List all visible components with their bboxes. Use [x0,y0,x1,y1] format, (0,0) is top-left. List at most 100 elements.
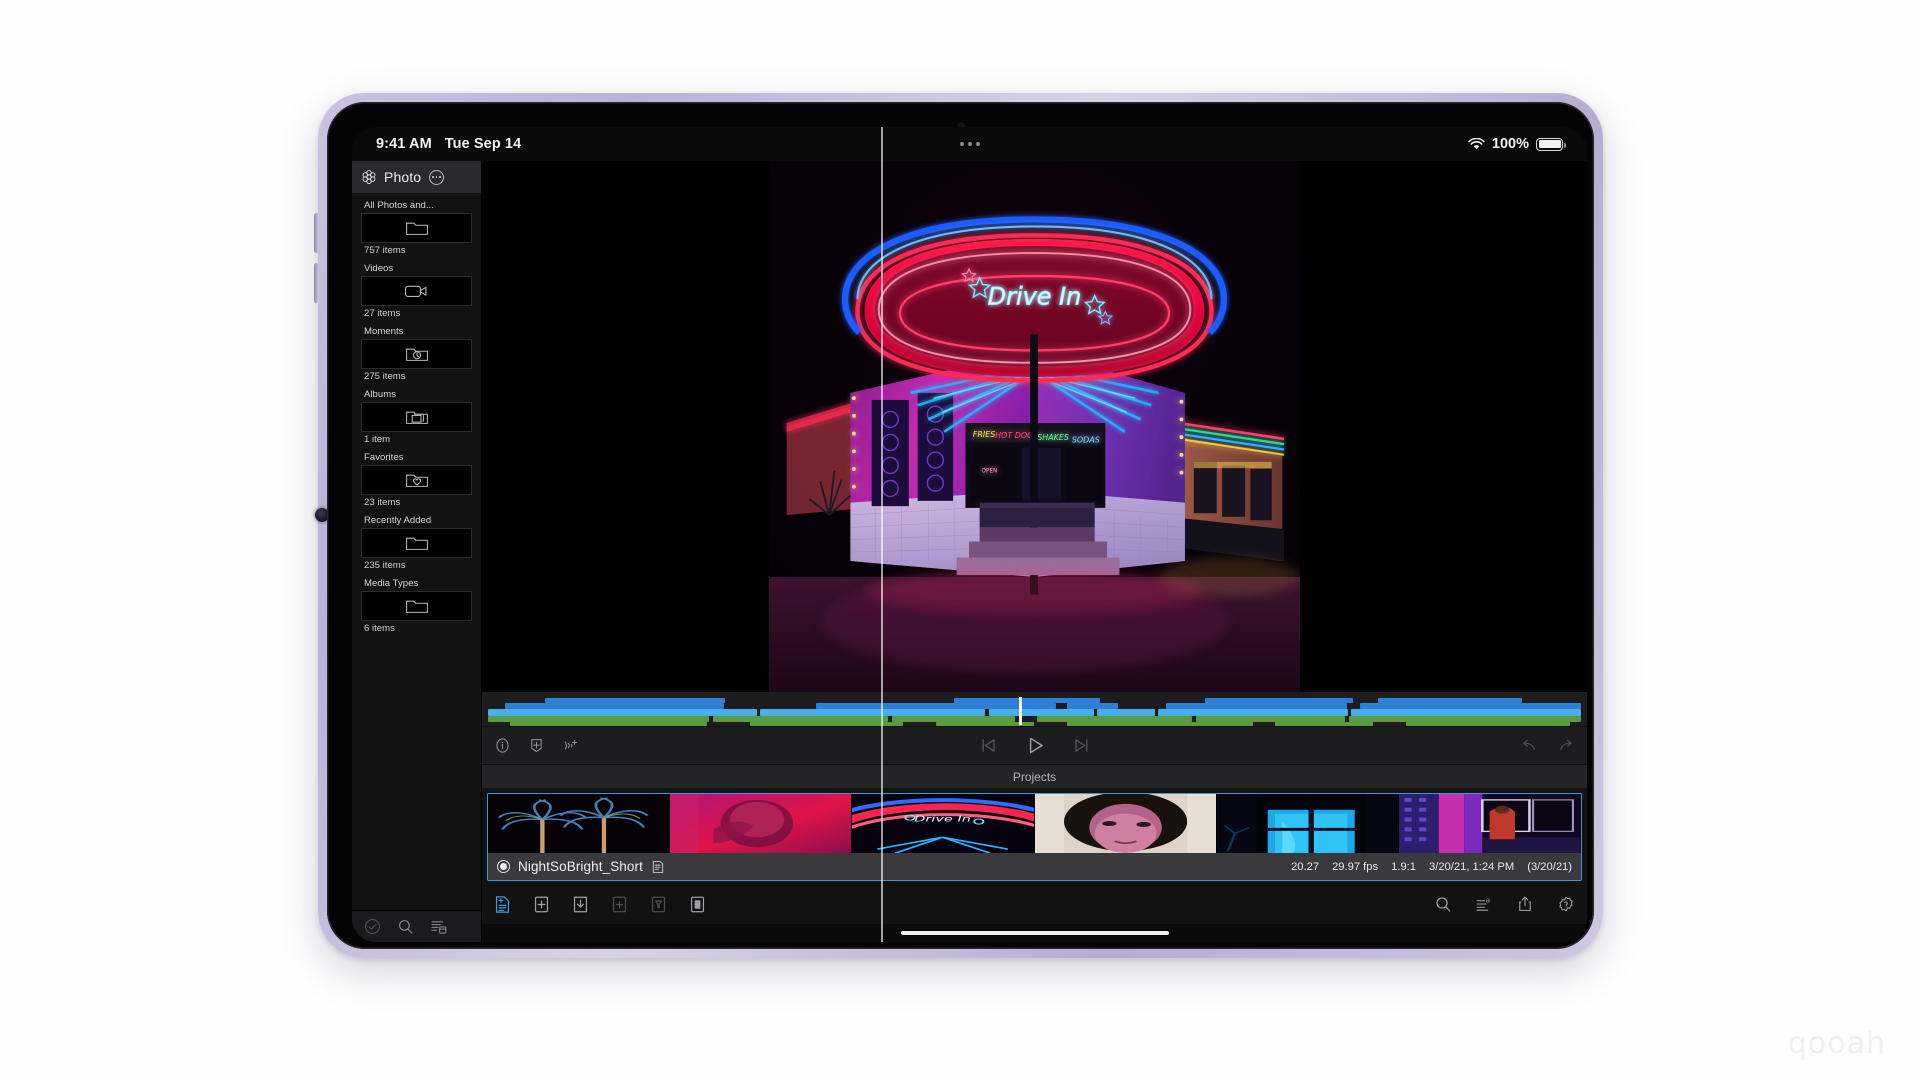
project-settings-button[interactable] [1557,895,1575,913]
timeline-track-audio-2[interactable] [488,721,1581,726]
project-aspect-ratio: 1.9:1 [1391,860,1416,873]
wifi-icon [1468,137,1485,151]
ipad-screen: 9:41 AM Tue Sep 14 100% Photo All Photos… [352,127,1587,942]
new-project-button[interactable] [494,895,511,914]
project-stats: 20.27 29.97 fps 1.9:1 3/20/21, 1:24 PM (… [1291,861,1572,873]
timeline-scrubber[interactable] [482,692,1587,726]
folder-icon [361,213,472,243]
project-created-date: (3/20/21) [1527,860,1572,873]
media-browser-sidebar: Photo All Photos and... 757 items Videos… [352,161,482,942]
sidebar-item-favorites[interactable]: Favorites 23 items [352,449,481,512]
photos-flower-icon [361,169,377,185]
media-count: 1 item [364,434,391,445]
heart-folder-icon [361,465,472,495]
project-filmstrip[interactable]: Drive In [488,127,1581,942]
media-label: Albums [364,389,396,400]
watermark: qooah [1787,1026,1886,1061]
project-modified-date: 3/20/21, 1:24 PM [1429,860,1515,873]
volume-down-button[interactable] [314,263,319,303]
app-body: Photo All Photos and... 757 items Videos… [352,127,1587,942]
portrait-pink-light-thumbnail[interactable] [670,794,853,853]
project-metadata-bar[interactable]: NightSoBright_Short 20.27 29.97 fps 1.9:… [488,853,1581,880]
sidebar-item-all-photos[interactable]: All Photos and... 757 items [352,197,481,260]
media-count: 275 items [364,371,406,382]
home-indicator[interactable] [482,924,1587,942]
clip-info-button[interactable] [494,737,511,754]
checkmark-circle-icon[interactable] [364,918,381,935]
duplicate-project-button[interactable] [611,895,628,914]
sidebar-item-moments[interactable]: Moments 275 items [352,323,481,386]
play-button[interactable] [1024,735,1045,756]
media-label: Media Types [364,578,419,589]
note-document-icon[interactable] [651,860,665,874]
more-ellipsis-circle-icon[interactable] [429,169,445,185]
share-project-button[interactable] [1516,895,1534,913]
skip-forward-button[interactable] [1072,736,1091,755]
sidebar-media-list[interactable]: All Photos and... 757 items Videos 27 it… [352,193,481,910]
svg-text:Drive In: Drive In [915,814,972,823]
battery-percent-label: 100% [1491,136,1529,152]
media-label: All Photos and... [364,200,434,211]
media-count: 235 items [364,560,406,571]
menu-sign-fries: FRIES [973,430,996,439]
folder-icon [361,591,472,621]
add-audio-button[interactable] [562,737,581,754]
search-projects-button[interactable] [1434,895,1452,913]
sidebar-item-videos[interactable]: Videos 27 items [352,260,481,323]
portrait-closeup-thumbnail[interactable] [1034,794,1217,853]
delete-project-button[interactable] [689,895,706,914]
project-framerate: 29.97 fps [1332,860,1379,873]
sidebar-item-media-types[interactable]: Media Types 6 items [352,575,481,638]
menu-sign-shakes: SHAKES [1037,433,1069,442]
media-count: 23 items [364,497,401,508]
sidebar-item-recently-added[interactable]: Recently Added 235 items [352,512,481,575]
project-playhead [880,127,884,942]
timeline-tracks[interactable] [488,696,1581,726]
redo-button[interactable] [1557,737,1575,755]
multitasking-dots-icon[interactable] [959,142,980,146]
project-row-nightsobright[interactable]: Drive In NightSoBright_Short 20.27 29.97… [487,127,1582,942]
sort-list-icon[interactable] [430,918,447,935]
volume-up-button[interactable] [314,213,319,253]
device-bezel: 9:41 AM Tue Sep 14 100% Photo All Photos… [327,102,1594,949]
project-duration: 20.27 [1291,860,1320,873]
rename-project-button[interactable]: a [1475,895,1493,913]
video-camera-icon [361,276,472,306]
skip-backward-button[interactable] [978,736,997,755]
battery-full-icon [1536,137,1567,151]
search-icon[interactable] [397,918,414,935]
sidebar-toolbar [352,910,481,942]
palm-trees-thumbnail[interactable] [488,794,671,853]
sidebar-item-albums[interactable]: Albums 1 item [352,386,481,449]
neon-sign-text: Drive In [988,282,1081,310]
neon-drive-in-diner-photo: Drive In FRIES HOT DOGS SHAKES SODAS OPE… [769,161,1300,692]
media-label: Videos [364,263,394,274]
media-count: 27 items [364,308,401,319]
undo-button[interactable] [1520,737,1538,755]
screenshot-stage: 9:41 AM Tue Sep 14 100% Photo All Photos… [0,0,1920,1079]
project-name: NightSoBright_Short [518,859,643,874]
menu-sign-sodas: SODAS [1072,435,1100,444]
video-viewer[interactable]: Drive In FRIES HOT DOGS SHAKES SODAS OPE… [482,161,1587,692]
selected-radio-icon[interactable] [497,860,510,873]
add-marker-button[interactable] [528,737,545,754]
clock-folder-icon [361,339,472,369]
timeline-playhead[interactable] [1019,696,1022,725]
import-project-button[interactable] [572,895,589,914]
blue-window-thumbnail[interactable] [1216,794,1399,853]
sidebar-app-title: Photo [384,169,422,185]
timeline-track-video[interactable] [488,708,1581,716]
media-label: Favorites [364,452,404,463]
albums-stack-icon [361,402,472,432]
media-count: 757 items [364,245,406,256]
purple-storefront-thumbnail[interactable] [1398,794,1581,853]
transport-toolbar [482,726,1587,764]
ipad-device-frame: 9:41 AM Tue Sep 14 100% Photo All Photos… [314,93,1603,958]
svg-text:a: a [1486,895,1491,904]
bottom-toolbar: a [482,884,1587,924]
status-bar: 9:41 AM Tue Sep 14 100% [352,127,1587,161]
media-label: Recently Added [364,515,432,526]
filter-projects-button[interactable] [650,895,667,914]
add-project-button[interactable] [533,895,550,914]
media-label: Moments [364,326,404,337]
